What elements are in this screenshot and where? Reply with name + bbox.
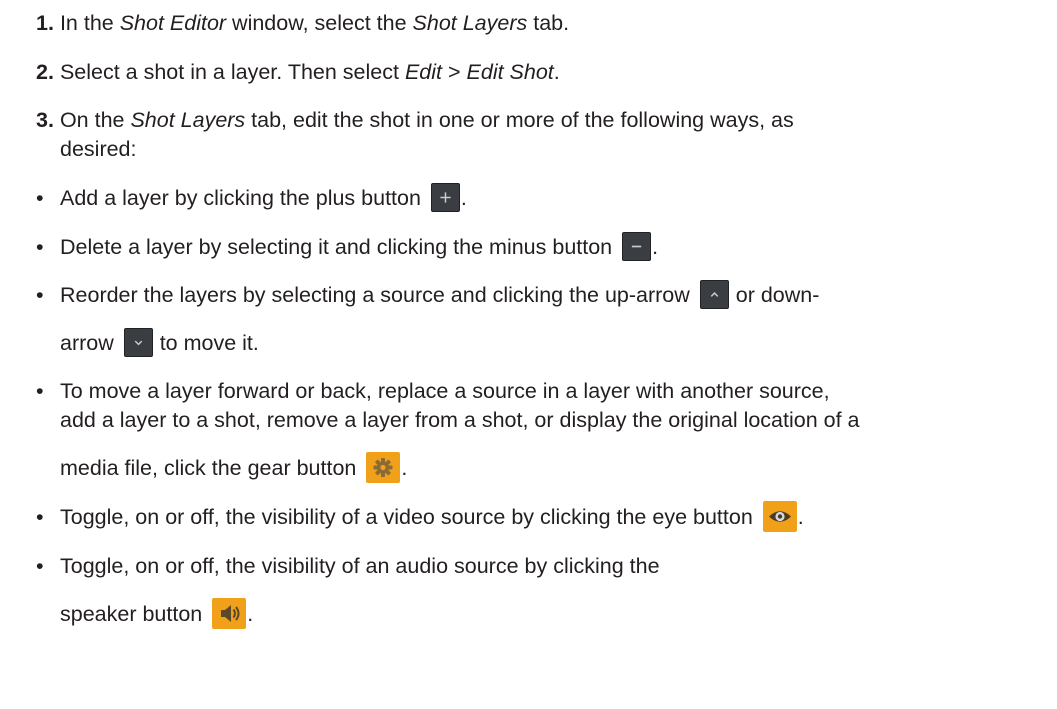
bullet-marker: • bbox=[36, 554, 44, 578]
bullet-marker: • bbox=[36, 379, 44, 403]
bullet-marker: • bbox=[36, 283, 44, 307]
step-1: 1. In the Shot Editor window, select the … bbox=[36, 11, 570, 35]
minus-icon bbox=[622, 231, 652, 261]
bullet-toggle-audio: • Toggle, on or off, the visibility of an… bbox=[36, 554, 660, 578]
menu-item-name: Edit Shot bbox=[466, 60, 554, 84]
speaker-icon bbox=[212, 598, 247, 629]
plus-icon bbox=[430, 182, 460, 212]
bullet-gear-continued: media file, click the gear button . bbox=[60, 452, 407, 485]
step-number: 3. bbox=[36, 108, 54, 132]
eye-icon bbox=[762, 501, 797, 532]
bullet-gear-line-2: add a layer to a shot, remove a layer fr… bbox=[60, 408, 860, 432]
bullet-toggle-audio-continued: speaker button . bbox=[60, 598, 253, 631]
gear-icon bbox=[366, 452, 401, 483]
bullet-marker: • bbox=[36, 235, 44, 259]
chevron-down-icon bbox=[123, 327, 153, 357]
step-number: 1. bbox=[36, 11, 54, 35]
bullet-gear-options: • To move a layer forward or back, replac… bbox=[36, 379, 830, 403]
step-3: 3. On the Shot Layers tab, edit the shot … bbox=[36, 108, 794, 132]
bullet-add-layer: • Add a layer by clicking the plus button… bbox=[36, 182, 467, 214]
tab-name: Shot Layers bbox=[130, 108, 246, 132]
menu-name: Edit bbox=[404, 60, 442, 84]
chevron-up-icon bbox=[699, 279, 729, 309]
bullet-reorder-continued: arrow to move it. bbox=[60, 327, 259, 359]
bullet-marker: • bbox=[36, 505, 44, 530]
bullet-toggle-video: • Toggle, on or off, the visibility of a … bbox=[36, 501, 804, 534]
help-page: 1. In the Shot Editor window, select the … bbox=[0, 0, 1057, 709]
bullet-marker: • bbox=[36, 186, 44, 210]
window-name: Shot Editor bbox=[119, 11, 227, 35]
bullet-delete-layer: • Delete a layer by selecting it and clic… bbox=[36, 231, 658, 263]
step-2: 2. Select a shot in a layer. Then select … bbox=[36, 60, 560, 84]
step-3-continued: desired: bbox=[60, 137, 137, 161]
tab-name: Shot Layers bbox=[412, 11, 528, 35]
step-number: 2. bbox=[36, 60, 54, 84]
bullet-reorder-layers: • Reorder the layers by selecting a sourc… bbox=[36, 279, 819, 311]
